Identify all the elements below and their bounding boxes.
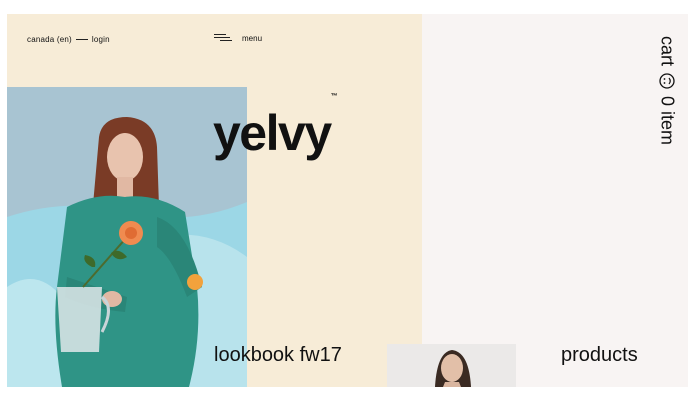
product-thumbnail[interactable] (387, 344, 516, 387)
brand-logo[interactable]: yelvy ™ (213, 93, 338, 161)
lookbook-link[interactable]: lookbook fw17 (214, 344, 342, 367)
hero-image[interactable] (7, 87, 247, 387)
menu-button[interactable]: menu (214, 33, 262, 43)
brand-name: yelvy (213, 105, 332, 161)
cart-button[interactable]: cart 0 item (657, 36, 678, 176)
cart-count: 0 item (657, 96, 678, 146)
separator-dash (75, 39, 88, 40)
cart-label: cart (657, 36, 678, 67)
trademark-symbol: ™ (330, 93, 338, 101)
region-selector[interactable]: canada (en) (27, 35, 72, 44)
products-link[interactable]: products (561, 344, 638, 367)
right-panel (422, 14, 688, 387)
menu-label: menu (242, 33, 263, 43)
model-photo (7, 87, 247, 387)
thumbnail-photo (387, 344, 516, 387)
smiley-icon (659, 73, 675, 89)
page-frame: canada (en) login menu yelvy™ lookbook f… (7, 14, 688, 387)
login-link[interactable]: login (92, 35, 110, 44)
locale-login-bar: canada (en) login (27, 35, 110, 44)
hamburger-icon (214, 33, 232, 43)
